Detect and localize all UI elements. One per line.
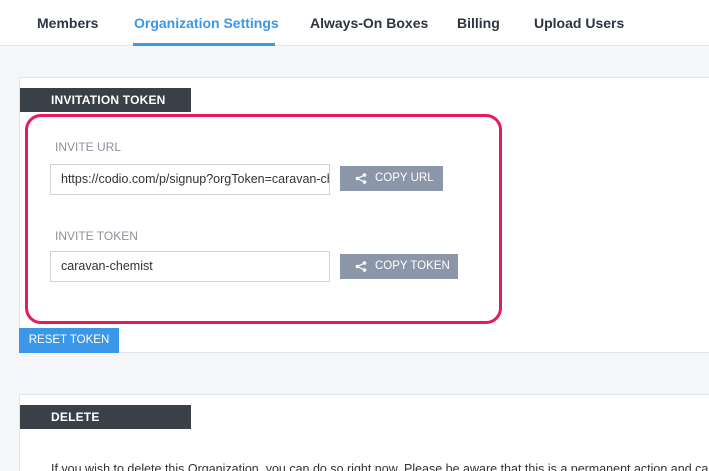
tab-members[interactable]: Members [37,15,98,31]
delete-organization-text: If you wish to delete this Organization,… [51,462,709,471]
tab-organization-settings[interactable]: Organization Settings [134,15,279,31]
invite-url-label: INVITE URL [55,140,122,154]
reset-token-button[interactable]: RESET TOKEN [19,328,119,353]
org-tabs: Members Organization Settings Always-On … [0,0,709,46]
copy-url-label: COPY URL [375,172,434,184]
share-icon [355,261,367,272]
invite-token-field[interactable]: caravan-chemist [50,251,330,282]
invitation-token-header: INVITATION TOKEN [20,88,191,112]
copy-token-button[interactable]: COPY TOKEN [340,254,458,279]
delete-organization-card: DELETE ORGANIZATION If you wish to delet… [19,394,709,471]
copy-token-label: COPY TOKEN [375,260,450,272]
invite-url-field[interactable]: https://codio.com/p/signup?orgToken=cara… [50,164,330,195]
active-tab-indicator [133,43,275,46]
copy-url-button[interactable]: COPY URL [340,166,443,191]
share-icon [355,173,367,184]
tab-billing[interactable]: Billing [457,15,500,31]
delete-organization-header: DELETE ORGANIZATION [20,405,191,448]
tab-always-on-boxes[interactable]: Always-On Boxes [310,15,428,31]
invite-token-label: INVITE TOKEN [55,229,138,243]
tab-upload-users[interactable]: Upload Users [534,15,624,31]
invitation-token-card: INVITATION TOKEN INVITE URL https://codi… [19,77,709,353]
